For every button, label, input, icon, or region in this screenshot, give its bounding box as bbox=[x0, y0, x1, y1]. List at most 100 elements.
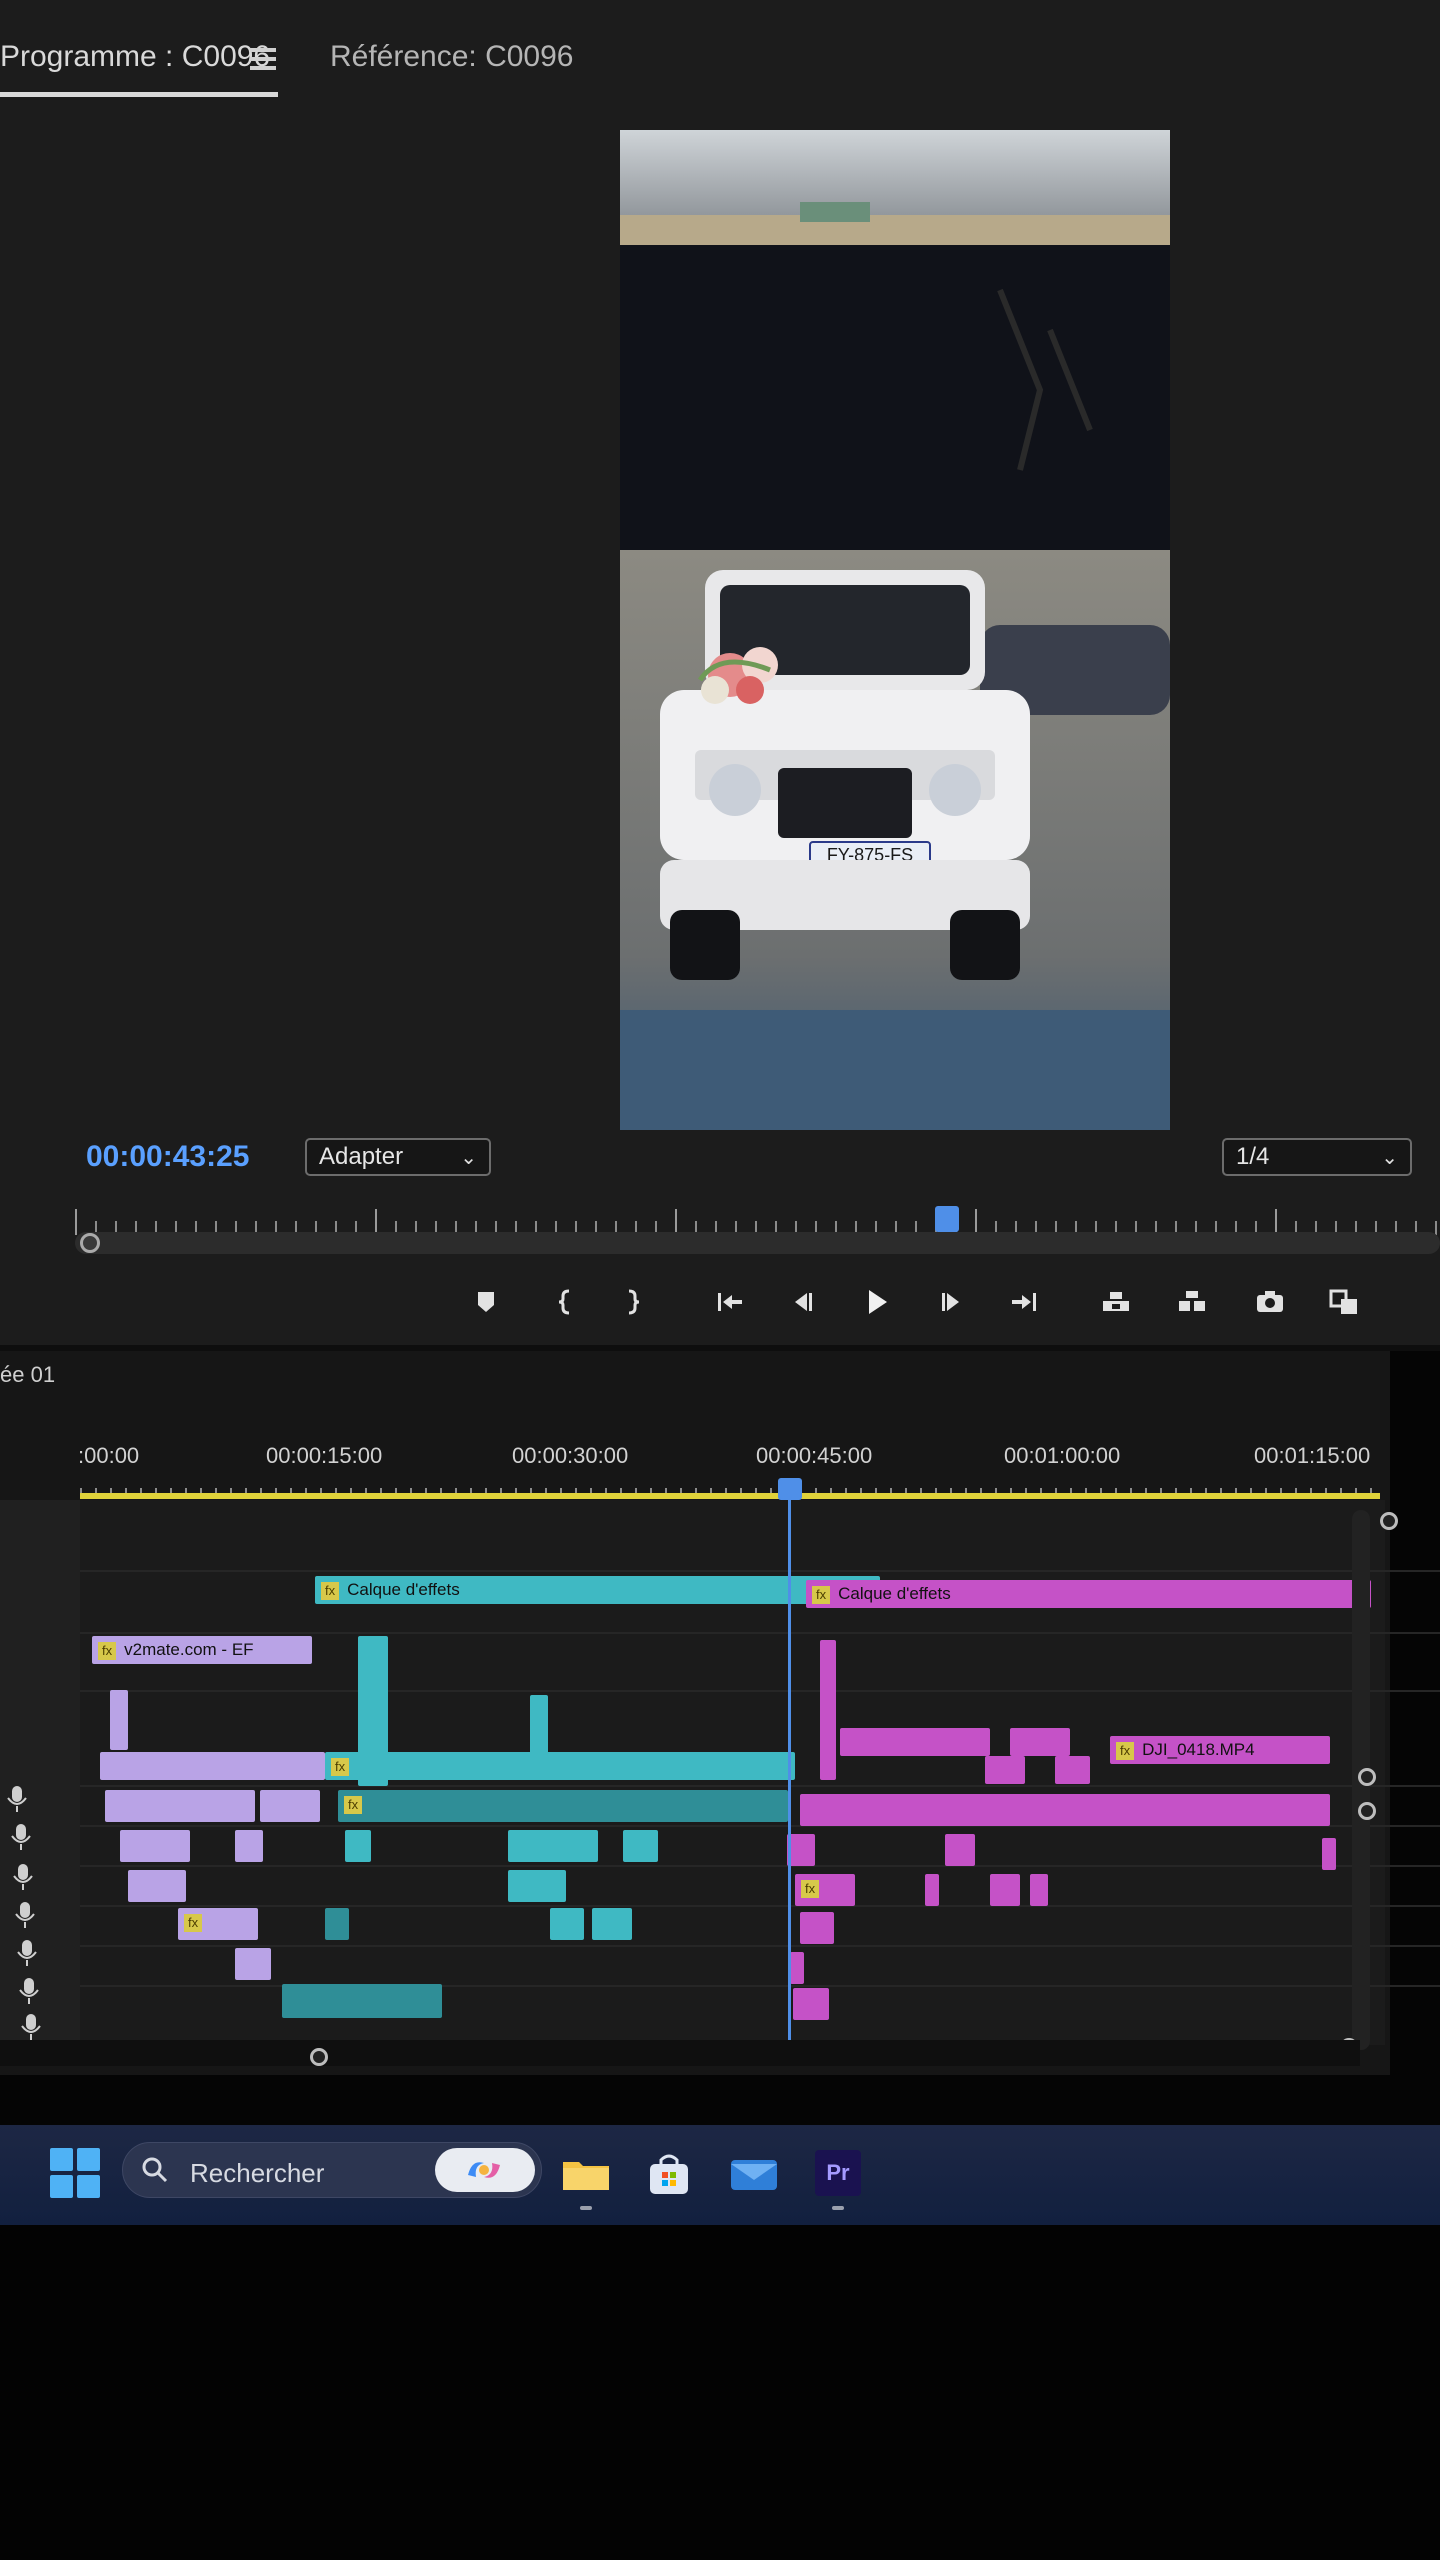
mark-out-button[interactable] bbox=[612, 1282, 652, 1322]
play-button[interactable] bbox=[856, 1282, 896, 1322]
video-clip[interactable] bbox=[110, 1690, 128, 1750]
video-clip[interactable] bbox=[820, 1640, 836, 1780]
video-clip[interactable]: fx bbox=[325, 1752, 795, 1780]
app-running-indicator bbox=[832, 2206, 844, 2210]
video-clip[interactable] bbox=[1010, 1728, 1070, 1756]
microphone-icon[interactable] bbox=[18, 2012, 44, 2042]
microphone-icon[interactable] bbox=[8, 1822, 34, 1852]
ruler-label: 00:01:00:00 bbox=[1004, 1443, 1121, 1468]
audio-clip[interactable] bbox=[787, 1834, 815, 1866]
audio-clip[interactable] bbox=[508, 1830, 598, 1862]
sequence-tab[interactable]: ée 01 bbox=[0, 1362, 55, 1388]
microphone-icon[interactable] bbox=[4, 1784, 30, 1814]
zoom-fit-value: Adapter bbox=[319, 1143, 404, 1170]
mail-button[interactable] bbox=[728, 2148, 780, 2200]
play-icon bbox=[869, 1290, 887, 1314]
extract-button[interactable] bbox=[1172, 1282, 1212, 1322]
video-clip[interactable] bbox=[985, 1756, 1025, 1784]
audio-clip[interactable] bbox=[120, 1830, 190, 1862]
adjustment-layer-clip[interactable]: fx Calque d'effets bbox=[806, 1580, 1371, 1608]
audio-clip[interactable] bbox=[325, 1908, 349, 1940]
microsoft-store-button[interactable] bbox=[643, 2148, 695, 2200]
playback-resolution-value: 1/4 bbox=[1236, 1143, 1270, 1170]
video-clip[interactable] bbox=[1055, 1756, 1090, 1784]
step-back-button[interactable] bbox=[782, 1282, 822, 1322]
lift-button[interactable] bbox=[1096, 1282, 1136, 1322]
audio-clip[interactable] bbox=[235, 1830, 263, 1862]
adjustment-layer-clip[interactable]: fx Calque d'effets bbox=[315, 1576, 880, 1604]
audio-clip[interactable] bbox=[592, 1908, 632, 1940]
fx-badge: fx bbox=[812, 1585, 831, 1604]
audio-clip[interactable] bbox=[790, 1952, 804, 1984]
microphone-icon[interactable] bbox=[12, 1900, 38, 1930]
audio-clip[interactable]: fx bbox=[795, 1874, 855, 1906]
audio-clip[interactable] bbox=[508, 1870, 566, 1902]
add-marker-button[interactable] bbox=[466, 1282, 506, 1322]
zoom-fit-dropdown[interactable]: Adapter ⌄ bbox=[305, 1138, 491, 1176]
video-clip[interactable] bbox=[840, 1728, 990, 1756]
monitor-zoom-handle[interactable] bbox=[80, 1233, 100, 1253]
audio-clip[interactable] bbox=[623, 1830, 658, 1862]
fx-badge: fx bbox=[1116, 1741, 1135, 1760]
audio-clip[interactable] bbox=[260, 1790, 320, 1822]
ruler-label: 00:00:15:00 bbox=[266, 1443, 383, 1468]
scroll-handle[interactable] bbox=[310, 2048, 328, 2066]
audio-clip[interactable] bbox=[925, 1874, 939, 1906]
scroll-handle[interactable] bbox=[1380, 1512, 1398, 1530]
track-divider bbox=[80, 1865, 1440, 1867]
monitor-zoom-scrollbar[interactable] bbox=[75, 1232, 1440, 1254]
scroll-handle[interactable] bbox=[1358, 1768, 1376, 1786]
video-clip-dji[interactable]: fx DJI_0418.MP4 bbox=[1110, 1736, 1330, 1764]
windows-start-icon[interactable] bbox=[50, 2148, 100, 2198]
video-clip[interactable] bbox=[530, 1695, 548, 1755]
audio-clip[interactable] bbox=[235, 1948, 271, 1980]
scroll-handle[interactable] bbox=[1358, 1802, 1376, 1820]
ruler-label: 00:01:15:00 bbox=[1254, 1443, 1371, 1468]
premiere-pro-icon[interactable]: Pr bbox=[815, 2150, 861, 2196]
audio-clip[interactable] bbox=[793, 1988, 829, 2020]
timeline-playhead[interactable] bbox=[778, 1478, 802, 1500]
audio-clip[interactable] bbox=[990, 1874, 1020, 1906]
audio-clip[interactable] bbox=[800, 1794, 1330, 1826]
video-clip[interactable] bbox=[100, 1752, 325, 1780]
playhead-timecode[interactable]: 00:00:43:25 bbox=[86, 1140, 249, 1174]
audio-clip[interactable] bbox=[800, 1912, 834, 1944]
marker-icon bbox=[478, 1292, 494, 1312]
tab-reference-monitor[interactable]: Référence: C0096 bbox=[330, 40, 574, 74]
tab-program-monitor[interactable]: Programme : C0096 bbox=[0, 40, 270, 74]
audio-clip[interactable] bbox=[128, 1870, 186, 1902]
audio-clip[interactable] bbox=[1030, 1874, 1048, 1906]
timeline-playhead-line[interactable] bbox=[788, 1480, 791, 2055]
panel-menu-icon[interactable] bbox=[250, 48, 276, 70]
background-area bbox=[0, 2225, 1440, 2560]
work-area-bar[interactable] bbox=[80, 1493, 1380, 1499]
microphone-icon[interactable] bbox=[16, 1976, 42, 2006]
compare-icon bbox=[1329, 1289, 1357, 1314]
audio-clip[interactable] bbox=[945, 1834, 975, 1866]
audio-clip[interactable] bbox=[550, 1908, 584, 1940]
monitor-playhead[interactable] bbox=[935, 1206, 959, 1232]
video-clip-v2mate[interactable]: fx v2mate.com - EF bbox=[92, 1636, 312, 1664]
file-explorer-button[interactable] bbox=[560, 2148, 612, 2200]
track-area[interactable]: fx Calque d'effets fx Calque d'effets fx v2… bbox=[80, 1500, 1440, 2045]
microphone-icon[interactable] bbox=[14, 1938, 40, 1968]
fx-badge: fx bbox=[98, 1641, 117, 1660]
audio-clip[interactable] bbox=[282, 1984, 442, 2018]
comparison-view-button[interactable] bbox=[1324, 1282, 1364, 1322]
audio-clip[interactable]: fx bbox=[338, 1790, 788, 1822]
mark-in-button[interactable] bbox=[546, 1282, 586, 1322]
microphone-icon[interactable] bbox=[10, 1862, 36, 1892]
audio-clip[interactable] bbox=[1322, 1838, 1336, 1870]
go-to-out-icon bbox=[1012, 1293, 1036, 1311]
audio-clip[interactable]: fx bbox=[178, 1908, 258, 1940]
audio-clip[interactable] bbox=[105, 1790, 255, 1822]
export-frame-button[interactable] bbox=[1250, 1282, 1290, 1322]
timeline-horizontal-scrollbar[interactable] bbox=[0, 2040, 1360, 2066]
chevron-down-icon: ⌄ bbox=[460, 1146, 477, 1169]
step-forward-button[interactable] bbox=[932, 1282, 972, 1322]
go-to-out-button[interactable] bbox=[1004, 1282, 1044, 1322]
playback-resolution-dropdown[interactable]: 1/4 ⌄ bbox=[1222, 1138, 1412, 1176]
mail-icon bbox=[731, 2160, 777, 2190]
go-to-in-button[interactable] bbox=[710, 1282, 750, 1322]
audio-clip[interactable] bbox=[345, 1830, 371, 1862]
